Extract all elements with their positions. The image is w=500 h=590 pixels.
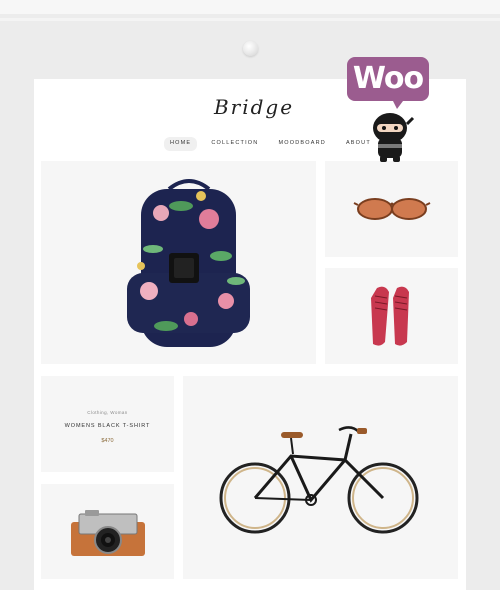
product-category: Clothing, Woman	[87, 410, 128, 415]
woo-badge-text: Woo	[352, 61, 424, 96]
product-tile-camera[interactable]	[41, 484, 174, 579]
woocommerce-badge: Woo	[347, 57, 429, 109]
nav-item-home[interactable]: HOME	[164, 137, 198, 151]
product-info: Clothing, Woman WOMENS BLACK T-SHIRT $47…	[41, 410, 174, 444]
main-nav: HOME COLLECTION MOODBOARD ABOUT	[164, 137, 377, 151]
browser-divider	[0, 18, 500, 21]
product-name[interactable]: WOMENS BLACK T-SHIRT	[41, 423, 174, 429]
camera-image	[71, 510, 145, 556]
red-shoes-image	[371, 286, 409, 346]
bicycle-image	[219, 426, 419, 534]
brand-logo[interactable]: Bridge	[204, 93, 304, 125]
ninja-mascot-icon	[373, 113, 415, 162]
nav-item-moodboard[interactable]: MOODBOARD	[272, 137, 331, 151]
pin-icon	[243, 41, 258, 56]
backpack-image	[127, 179, 250, 347]
product-tile-sunglasses[interactable]	[325, 161, 458, 257]
product-tile-bicycle[interactable]	[183, 376, 458, 579]
nav-item-collection[interactable]: COLLECTION	[205, 137, 264, 151]
sunglasses-image	[353, 198, 431, 220]
product-tile-backpack[interactable]	[41, 161, 316, 364]
product-info-tile[interactable]: Clothing, Woman WOMENS BLACK T-SHIRT $47…	[41, 376, 174, 472]
product-tile-shoes[interactable]	[325, 268, 458, 364]
browser-top-strip	[0, 0, 500, 14]
product-price: $470	[101, 438, 114, 444]
brand-logo-text: Bridge	[213, 95, 295, 119]
